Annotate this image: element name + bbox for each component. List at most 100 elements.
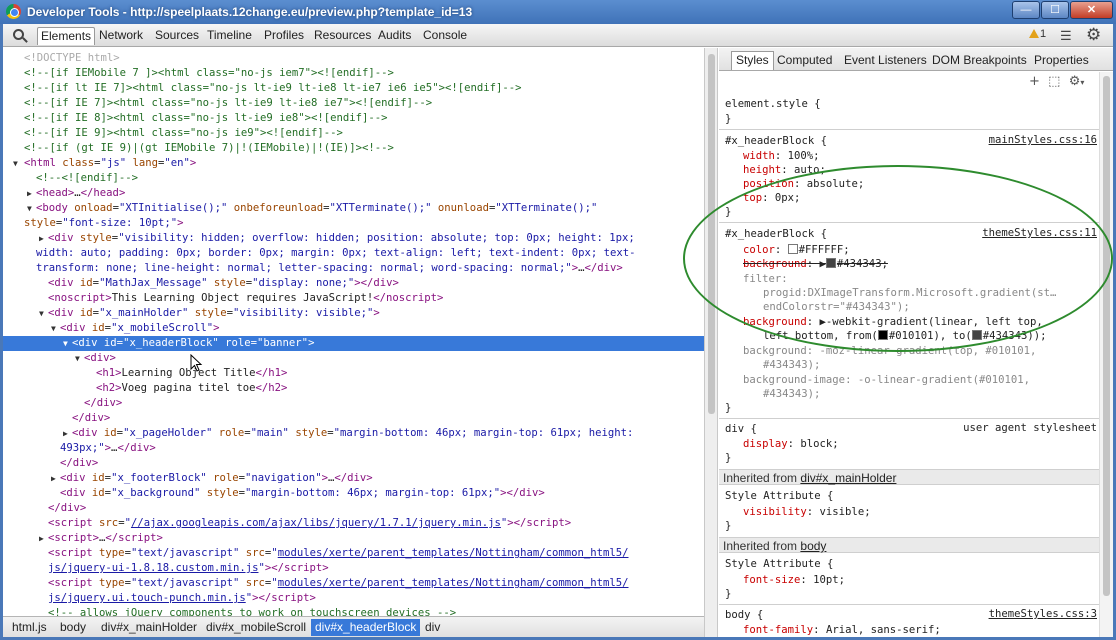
color-swatch[interactable] — [825, 258, 836, 268]
dom-node-close[interactable]: </div> — [3, 501, 704, 516]
css-property-background[interactable]: background: ▶-webkit-gradient(linear, le… — [743, 315, 1113, 329]
rule-selector[interactable]: element.style { — [725, 97, 1105, 111]
dom-node[interactable]: <!--[if IE 8]><html class="no-js lt-ie9 … — [3, 111, 704, 126]
crumb-headerblock[interactable]: div#x_headerBlock — [311, 619, 421, 636]
css-property[interactable]: width: 100%; — [743, 149, 1113, 163]
element-state-icon[interactable]: ⬚ — [1048, 74, 1060, 89]
source-link[interactable]: themeStyles.css:3 — [989, 608, 1097, 620]
color-swatch[interactable] — [877, 330, 888, 340]
color-swatch[interactable] — [787, 244, 798, 254]
dom-node-cont[interactable]: js/jquery.ui.touch-punch.min.js"></scrip… — [3, 591, 704, 606]
tab-sources[interactable]: Sources — [152, 27, 202, 45]
crumb-mobilescroll[interactable]: div#x_mobileScroll — [202, 619, 310, 636]
script-link[interactable]: modules/xerte/parent_templates/Nottingha… — [278, 547, 629, 559]
scroll-thumb[interactable] — [1103, 76, 1110, 596]
css-property[interactable]: font-size: 10pt; — [743, 573, 1113, 587]
tab-styles[interactable]: Styles — [731, 51, 774, 70]
crumb-html[interactable]: html.js — [8, 619, 51, 636]
dom-node-h1[interactable]: <h1>Learning Object Title</h1> — [3, 366, 704, 381]
tab-resources[interactable]: Resources — [311, 27, 374, 45]
tab-network[interactable]: Network — [96, 27, 146, 45]
dom-node-script[interactable]: ▶ <script>…</script> — [3, 531, 704, 546]
dom-node-close[interactable]: </div> — [3, 456, 704, 471]
dom-node-body[interactable]: ▼ <body onload="XTInitialise();" onbefore… — [3, 201, 704, 216]
rule-selector[interactable]: Style Attribute { — [725, 489, 1105, 503]
dom-node-cont[interactable]: 493px;">…</div> — [3, 441, 704, 456]
inherited-link[interactable]: body — [800, 539, 826, 553]
gear-icon[interactable]: ⚙ — [1086, 25, 1101, 45]
inherited-link[interactable]: div#x_mainHolder — [800, 471, 896, 485]
css-property-background-overridden[interactable]: background: ▶ #434343; — [743, 257, 1113, 271]
tab-timeline[interactable]: Timeline — [204, 27, 255, 45]
dom-node-selected[interactable]: ▼ <div id="x_headerBlock" role="banner"> — [3, 336, 704, 351]
dom-node-noscript[interactable]: <noscript>This Learning Object requires … — [3, 291, 704, 306]
styles-scrollbar[interactable] — [1099, 72, 1113, 637]
warning-counter[interactable]: 1 — [1029, 28, 1046, 40]
css-property[interactable]: height: auto; — [743, 163, 1113, 177]
css-property-bgimage[interactable]: background-image: -o-linear-gradient(#01… — [743, 373, 1113, 387]
source-link[interactable]: mainStyles.css:16 — [989, 134, 1097, 146]
dom-node[interactable]: <!--[if IEMobile 7 ]><html class="no-js … — [3, 66, 704, 81]
dom-node-div[interactable]: ▶ <div id="x_pageHolder" role="main" styl… — [3, 426, 704, 441]
tab-dom-breakpoints[interactable]: DOM Breakpoints — [928, 52, 1031, 71]
script-link[interactable]: modules/xerte/parent_templates/Nottingha… — [278, 577, 629, 589]
dom-node[interactable]: <!--[if lt IE 7]><html class="no-js lt-i… — [3, 81, 704, 96]
tab-event-listeners[interactable]: Event Listeners — [840, 52, 931, 71]
css-property-color[interactable]: color: #FFFFFF; — [743, 243, 1113, 257]
dom-node-h2[interactable]: <h2>Voeg pagina titel toe</h2> — [3, 381, 704, 396]
rule-selector[interactable]: Style Attribute { — [725, 557, 1105, 571]
crumb-body[interactable]: body — [56, 619, 90, 636]
dom-node[interactable]: <!--[if (gt IE 9)|(gt IEMobile 7)|!(IEMo… — [3, 141, 704, 156]
dom-node[interactable]: <!--[if IE 7]><html class="no-js lt-ie9 … — [3, 96, 704, 111]
dom-node-head[interactable]: ▶ <head>…</head> — [3, 186, 704, 201]
tab-audits[interactable]: Audits — [375, 27, 414, 45]
css-property-filter[interactable]: filter: — [743, 272, 1113, 286]
gear-icon[interactable]: ⚙ — [1069, 74, 1081, 89]
dom-node-div[interactable]: <div id="MathJax_Message" style="display… — [3, 276, 704, 291]
dom-node-cont[interactable]: transform: none; line-height: normal; le… — [3, 261, 704, 276]
tab-elements[interactable]: Elements — [37, 27, 96, 45]
script-link[interactable]: js/jquery-ui-1.8.18.custom.min.js — [48, 562, 258, 574]
dom-node-div[interactable]: ▶ <div style="visibility: hidden; overflo… — [3, 231, 704, 246]
dom-node-close[interactable]: </div> — [3, 411, 704, 426]
inspect-search-icon[interactable] — [13, 29, 24, 40]
css-property-moz[interactable]: background: -moz-linear-gradient(top, #0… — [743, 344, 1113, 358]
close-button[interactable]: ✕ — [1070, 1, 1113, 19]
dom-node-cont[interactable]: style="font-size: 10pt;"> — [3, 216, 704, 231]
script-link[interactable]: js/jquery.ui.touch-punch.min.js — [48, 592, 246, 604]
tab-properties[interactable]: Properties — [1030, 52, 1093, 71]
scroll-thumb[interactable] — [708, 54, 715, 414]
dom-node-cont[interactable]: width: auto; padding: 0px; border: 0px; … — [3, 246, 704, 261]
css-property[interactable]: position: absolute; — [743, 177, 1113, 191]
css-property[interactable]: display: block; — [743, 437, 1113, 451]
dom-node-comment[interactable]: <!-- allows jQuery components to work on… — [3, 606, 704, 616]
dom-node[interactable]: <!--<![endif]--> — [3, 171, 704, 186]
add-rule-icon[interactable]: + — [1029, 74, 1040, 89]
elements-scrollbar[interactable] — [704, 48, 718, 637]
css-property[interactable]: visibility: visible; — [743, 505, 1113, 519]
minimize-button[interactable]: — — [1012, 1, 1040, 19]
color-swatch[interactable] — [971, 330, 982, 340]
dom-node-html[interactable]: ▼ <html class="js" lang="en"> — [3, 156, 704, 171]
maximize-button[interactable]: ☐ — [1041, 1, 1069, 19]
dom-node-div[interactable]: ▼ <div id="x_mainHolder" style="visibilit… — [3, 306, 704, 321]
source-link[interactable]: themeStyles.css:11 — [982, 227, 1097, 239]
dom-node[interactable]: <!--[if IE 9]><html class="no-js ie9"><!… — [3, 126, 704, 141]
dom-node-script[interactable]: <script type="text/javascript" src="modu… — [3, 546, 704, 561]
tab-console[interactable]: Console — [420, 27, 470, 45]
dom-node-div[interactable]: ▶ <div id="x_footerBlock" role="navigatio… — [3, 471, 704, 486]
dom-node-div[interactable]: ▼ <div> — [3, 351, 704, 366]
crumb-div[interactable]: div — [421, 619, 444, 636]
dom-node[interactable]: <!DOCTYPE html> — [3, 51, 704, 66]
tab-computed[interactable]: Computed — [773, 52, 836, 71]
dom-node-close[interactable]: </div> — [3, 396, 704, 411]
css-property[interactable]: top: 0px; — [743, 191, 1113, 205]
crumb-mainholder[interactable]: div#x_mainHolder — [97, 619, 201, 636]
css-property[interactable]: font-family: Arial, sans-serif; — [743, 623, 1113, 637]
script-link[interactable]: //ajax.googleapis.com/ajax/libs/jquery/1… — [131, 517, 501, 529]
dom-node-div[interactable]: <div id="x_background" style="margin-bot… — [3, 486, 704, 501]
tab-profiles[interactable]: Profiles — [261, 27, 307, 45]
dom-node-script[interactable]: <script src="//ajax.googleapis.com/ajax/… — [3, 516, 704, 531]
dom-node-div[interactable]: ▼ <div id="x_mobileScroll"> — [3, 321, 704, 336]
dom-node-script[interactable]: <script type="text/javascript" src="modu… — [3, 576, 704, 591]
